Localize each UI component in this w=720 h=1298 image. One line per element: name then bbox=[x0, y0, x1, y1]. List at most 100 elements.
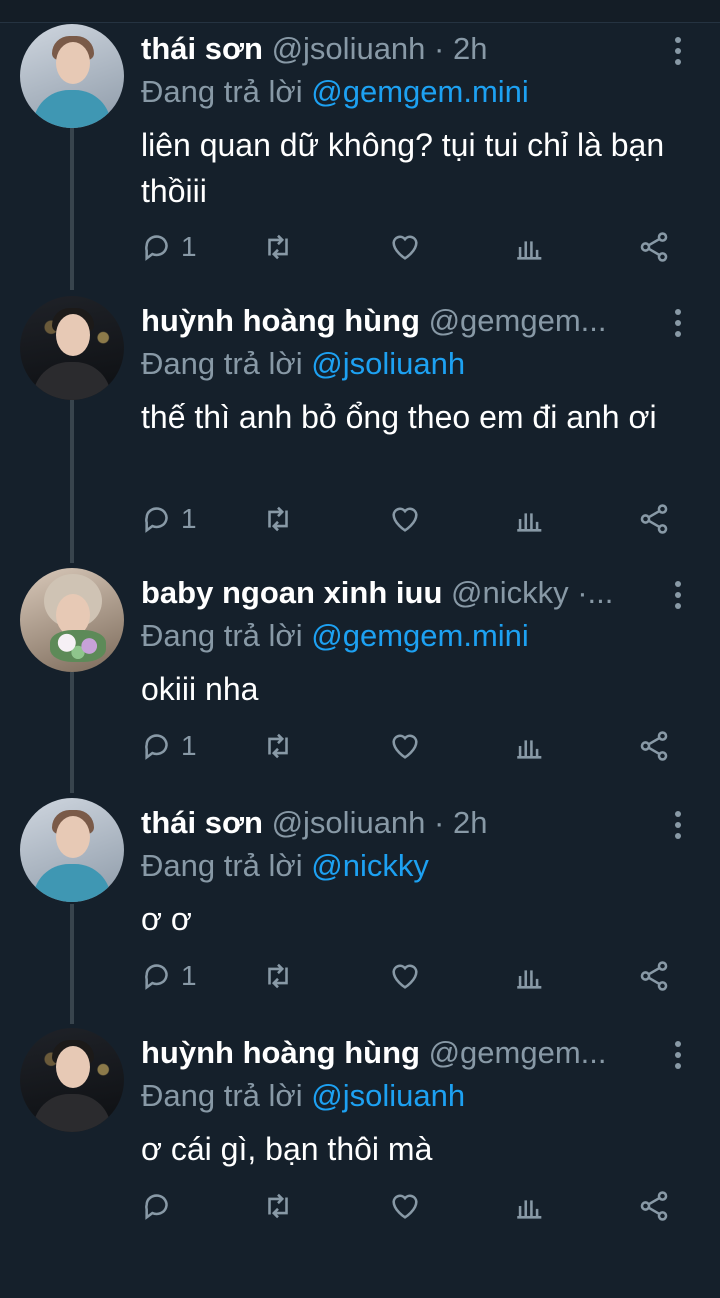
retweet-button[interactable] bbox=[261, 728, 295, 764]
tweet[interactable]: thái sơn @jsoliuanh · 2h Đang trả lời @g… bbox=[0, 24, 720, 294]
replying-label: Đang trả lời bbox=[141, 618, 303, 653]
share-button[interactable] bbox=[637, 501, 671, 537]
mention-link[interactable]: @gemgem.mini bbox=[311, 618, 529, 653]
like-button[interactable] bbox=[388, 1188, 422, 1224]
like-button[interactable] bbox=[388, 229, 422, 265]
retweet-button[interactable] bbox=[261, 958, 295, 994]
display-name[interactable]: thái sơn bbox=[141, 805, 263, 840]
retweet-icon bbox=[268, 1193, 288, 1219]
share-button[interactable] bbox=[637, 229, 671, 265]
tweet[interactable]: huỳnh hoàng hùng @gemgem... Đang trả lời… bbox=[0, 1028, 720, 1298]
reply-count: 1 bbox=[181, 960, 197, 991]
like-button[interactable] bbox=[388, 728, 422, 764]
tweet-text: ơ ơ bbox=[141, 901, 192, 937]
analytics-button[interactable] bbox=[513, 958, 547, 994]
avatar[interactable] bbox=[20, 798, 124, 902]
avatar[interactable] bbox=[20, 296, 124, 400]
mention-link[interactable]: @nickky bbox=[311, 848, 429, 883]
action-bar: 1 bbox=[141, 501, 701, 537]
display-name[interactable]: baby ngoan xinh iuu bbox=[141, 575, 442, 610]
heart-icon bbox=[392, 1194, 418, 1219]
replying-to: Đang trả lời @gemgem.mini bbox=[141, 616, 529, 656]
share-icon bbox=[640, 1191, 668, 1221]
reply-icon bbox=[145, 235, 168, 261]
reply-button[interactable]: 1 bbox=[141, 501, 197, 537]
retweet-button[interactable] bbox=[261, 229, 295, 265]
tweet-header: huỳnh hoàng hùng @gemgem... bbox=[141, 301, 661, 341]
analytics-icon bbox=[517, 1200, 542, 1219]
analytics-icon bbox=[517, 241, 542, 260]
mention-link[interactable]: @gemgem.mini bbox=[311, 74, 529, 109]
more-options-icon[interactable] bbox=[668, 1040, 688, 1070]
reply-icon bbox=[145, 507, 168, 533]
avatar[interactable] bbox=[20, 568, 124, 672]
replying-label: Đang trả lời bbox=[141, 848, 303, 883]
handle-and-time: @gemgem... bbox=[428, 1035, 607, 1070]
share-icon bbox=[640, 232, 668, 262]
analytics-button[interactable] bbox=[513, 501, 547, 537]
mention-link[interactable]: @jsoliuanh bbox=[311, 1078, 465, 1113]
heart-icon bbox=[392, 964, 418, 989]
retweet-icon bbox=[268, 506, 288, 532]
heart-icon bbox=[392, 507, 418, 532]
handle-and-time: @jsoliuanh · 2h bbox=[271, 31, 488, 66]
reply-button[interactable]: 1 bbox=[141, 229, 197, 265]
reply-count: 1 bbox=[181, 231, 197, 262]
share-button[interactable] bbox=[637, 1188, 671, 1224]
tweet-header: baby ngoan xinh iuu @nickky ·... bbox=[141, 573, 661, 613]
replying-label: Đang trả lời bbox=[141, 346, 303, 381]
action-bar: 1 bbox=[141, 229, 701, 265]
share-icon bbox=[640, 961, 668, 991]
replying-to: Đang trả lời @jsoliuanh bbox=[141, 344, 465, 384]
share-button[interactable] bbox=[637, 728, 671, 764]
more-options-icon[interactable] bbox=[668, 308, 688, 338]
handle-and-time: @jsoliuanh · 2h bbox=[271, 805, 488, 840]
reply-icon bbox=[145, 964, 168, 990]
mention-link[interactable]: @jsoliuanh bbox=[311, 346, 465, 381]
analytics-icon bbox=[517, 740, 542, 759]
action-bar: 1 bbox=[141, 958, 701, 994]
reply-count: 1 bbox=[181, 503, 197, 534]
reply-button[interactable] bbox=[141, 1188, 181, 1224]
tweet-text: ơ cái gì, bạn thôi mà bbox=[141, 1131, 433, 1167]
more-options-icon[interactable] bbox=[668, 580, 688, 610]
analytics-button[interactable] bbox=[513, 728, 547, 764]
reply-count: 1 bbox=[181, 730, 197, 761]
tweet-text: okiii nha bbox=[141, 671, 259, 707]
replying-to: Đang trả lời @nickky bbox=[141, 846, 429, 886]
avatar[interactable] bbox=[20, 24, 124, 128]
share-icon bbox=[640, 731, 668, 761]
like-button[interactable] bbox=[388, 501, 422, 537]
heart-icon bbox=[392, 734, 418, 759]
replying-to: Đang trả lời @gemgem.mini bbox=[141, 72, 529, 112]
avatar[interactable] bbox=[20, 1028, 124, 1132]
retweet-button[interactable] bbox=[261, 1188, 295, 1224]
display-name[interactable]: thái sơn bbox=[141, 31, 263, 66]
analytics-icon bbox=[517, 513, 542, 532]
tweet-header: huỳnh hoàng hùng @gemgem... bbox=[141, 1033, 661, 1073]
retweet-icon bbox=[268, 234, 288, 260]
retweet-icon bbox=[268, 733, 288, 759]
like-button[interactable] bbox=[388, 958, 422, 994]
display-name[interactable]: huỳnh hoàng hùng bbox=[141, 303, 420, 338]
action-bar: 1 bbox=[141, 728, 701, 764]
display-name[interactable]: huỳnh hoàng hùng bbox=[141, 1035, 420, 1070]
replying-label: Đang trả lời bbox=[141, 1078, 303, 1113]
analytics-button[interactable] bbox=[513, 229, 547, 265]
top-divider bbox=[0, 0, 720, 23]
more-options-icon[interactable] bbox=[668, 36, 688, 66]
action-bar bbox=[141, 1188, 701, 1224]
retweet-button[interactable] bbox=[261, 501, 295, 537]
tweet-text: liên quan dữ không? tụi tui chỉ là bạn t… bbox=[141, 127, 665, 209]
analytics-button[interactable] bbox=[513, 1188, 547, 1224]
more-options-icon[interactable] bbox=[668, 810, 688, 840]
retweet-icon bbox=[268, 963, 288, 989]
replying-to: Đang trả lời @jsoliuanh bbox=[141, 1076, 465, 1116]
share-icon bbox=[640, 504, 668, 534]
tweet[interactable]: huỳnh hoàng hùng @gemgem... Đang trả lời… bbox=[0, 296, 720, 566]
share-button[interactable] bbox=[637, 958, 671, 994]
tweet-header: thái sơn @jsoliuanh · 2h bbox=[141, 29, 661, 69]
reply-button[interactable]: 1 bbox=[141, 728, 197, 764]
reply-icon bbox=[145, 1194, 168, 1220]
reply-button[interactable]: 1 bbox=[141, 958, 197, 994]
